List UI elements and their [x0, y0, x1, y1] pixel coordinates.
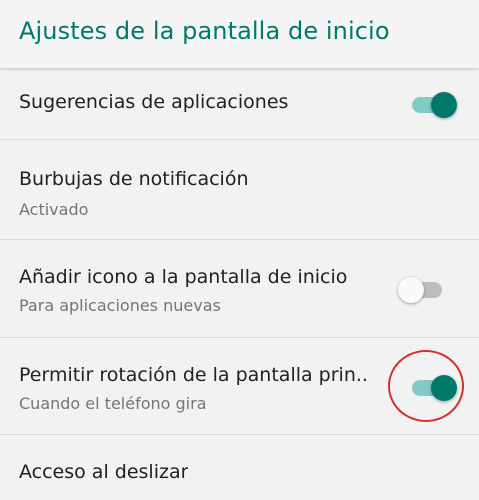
add-icon-toggle[interactable] [398, 272, 442, 306]
setting-subtitle: Activado [19, 200, 89, 219]
setting-title: Añadir icono a la pantalla de inicio [19, 266, 348, 288]
setting-subtitle: Cuando el teléfono gira [19, 394, 207, 413]
app-bar: Ajustes de la pantalla de inicio [0, 0, 479, 68]
setting-title: Burbujas de notificación [19, 168, 249, 190]
settings-screen: Ajustes de la pantalla de inicio Sugeren… [0, 0, 479, 500]
settings-list: Sugerencias de aplicaciones Burbujas de … [0, 68, 479, 500]
highlight-circle-annotation [388, 350, 464, 422]
setting-notification-dots[interactable]: Burbujas de notificación Activado [0, 140, 479, 240]
setting-title: Sugerencias de aplicaciones [19, 91, 289, 113]
setting-swipe-access[interactable]: Acceso al deslizar [0, 435, 479, 500]
setting-title: Permitir rotación de la pantalla prin.. [19, 364, 368, 386]
toggle-thumb [431, 92, 457, 118]
setting-title: Acceso al deslizar [19, 461, 189, 483]
app-suggestions-toggle[interactable] [412, 87, 457, 121]
setting-add-icon-home[interactable]: Añadir icono a la pantalla de inicio Par… [0, 240, 479, 338]
setting-app-suggestions[interactable]: Sugerencias de aplicaciones [0, 68, 479, 140]
toggle-thumb [398, 277, 424, 303]
setting-subtitle: Para aplicaciones nuevas [19, 296, 221, 315]
page-title: Ajustes de la pantalla de inicio [19, 17, 390, 45]
